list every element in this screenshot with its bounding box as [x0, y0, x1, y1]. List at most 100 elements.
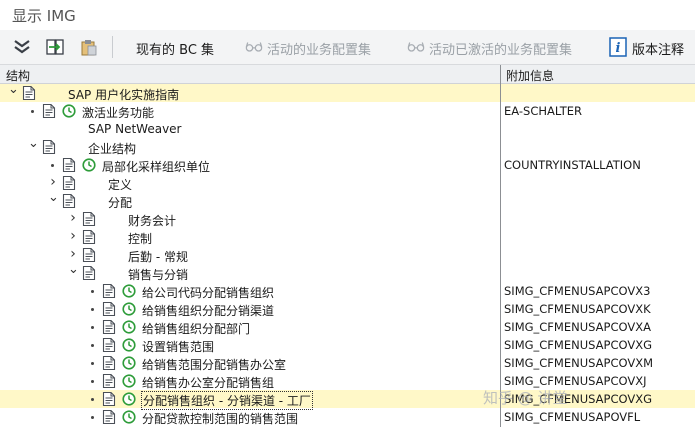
additional-info-cell: EA-SCHALTER	[504, 104, 582, 118]
leaf-bullet-icon	[91, 308, 94, 311]
tree-row[interactable]: › 定义	[0, 174, 695, 192]
release-notes-button[interactable]: 版本注释	[632, 39, 684, 58]
tree-node-label[interactable]: 给销售范围分配销售办公室	[142, 356, 286, 373]
tree-row[interactable]: 给公司代码分配销售组织 SIMG_CFMENUSAPCOVX3	[0, 282, 695, 300]
documentation-icon[interactable]	[102, 355, 116, 371]
execute-clock-icon[interactable]	[82, 158, 96, 172]
column-divider[interactable]	[500, 65, 501, 427]
documentation-icon[interactable]	[102, 319, 116, 335]
existing-bc-sets-button[interactable]: 现有的 BC 集	[136, 39, 214, 58]
tree-node-label[interactable]: 激活业务功能	[82, 104, 154, 121]
tree-row[interactable]: 局部化采样组织单位 COUNTRYINSTALLATION	[0, 156, 695, 174]
tree-row[interactable]: ⌄ 销售与分销	[0, 263, 695, 283]
tree-row[interactable]: 给销售办公室分配销售组 SIMG_CFMENUSAPCOVXJ	[0, 372, 695, 390]
expand-all-icon[interactable]	[12, 37, 32, 57]
documentation-icon[interactable]	[62, 193, 76, 209]
documentation-icon[interactable]	[82, 229, 96, 245]
tree-node-label[interactable]: 财务会计	[128, 212, 176, 229]
tree-node-label[interactable]: 销售与分销	[128, 266, 188, 283]
tree-row[interactable]: › 财务会计	[0, 210, 695, 228]
tree-row[interactable]: › 后勤 - 常规	[0, 246, 695, 264]
select-subtree-icon[interactable]	[45, 37, 65, 57]
expand-chevron-icon[interactable]: ›	[68, 211, 78, 226]
clipboard-icon[interactable]	[79, 37, 99, 57]
tree-node-label[interactable]: 控制	[128, 230, 152, 247]
additional-info-cell: SIMG_CFMENUSAPCOVX3	[504, 284, 651, 298]
window-title: 显示 IMG	[12, 7, 76, 25]
svg-text:i: i	[616, 41, 621, 56]
tree-node-label[interactable]: 企业结构	[88, 140, 136, 157]
tree-node-label[interactable]: 定义	[108, 176, 132, 193]
additional-info-cell: SIMG_CFMENUSAPCOVXK	[504, 302, 651, 316]
documentation-icon[interactable]	[22, 85, 36, 101]
expand-chevron-icon[interactable]: ›	[48, 175, 58, 190]
execute-clock-icon[interactable]	[122, 302, 136, 316]
tree-row[interactable]: 激活业务功能 EA-SCHALTER	[0, 102, 695, 120]
tree-node-label[interactable]: 给公司代码分配销售组织	[142, 284, 274, 301]
tree-node-label[interactable]: 设置销售范围	[142, 338, 214, 355]
tree-node-label[interactable]: 后勤 - 常规	[128, 248, 188, 265]
tree-row[interactable]: ⌄ SAP 用户化实施指南	[0, 83, 695, 103]
tree-row[interactable]: 分配销售组织 - 分销渠道 - 工厂 SIMG_CFMENUSAPCOVXG	[0, 390, 695, 410]
documentation-icon[interactable]	[102, 391, 116, 407]
tree-row[interactable]: SAP NetWeaver	[0, 120, 695, 138]
tree-node-label[interactable]: 给销售办公室分配销售组	[142, 374, 274, 391]
documentation-icon[interactable]	[82, 265, 96, 281]
execute-clock-icon[interactable]	[122, 284, 136, 298]
tree-row[interactable]: 设置销售范围 SIMG_CFMENUSAPCOVXG	[0, 336, 695, 354]
tree-row[interactable]: 给销售组织分配分销渠道 SIMG_CFMENUSAPCOVXK	[0, 300, 695, 318]
tree-node-label[interactable]: SAP 用户化实施指南	[68, 86, 179, 103]
tree-node-label[interactable]: SAP NetWeaver	[88, 122, 181, 136]
execute-clock-icon[interactable]	[62, 104, 76, 118]
tree-node-label[interactable]: 给销售组织分配分销渠道	[142, 302, 274, 319]
column-header: 结构 附加信息	[0, 65, 695, 84]
collapse-chevron-icon[interactable]: ⌄	[48, 191, 59, 208]
tree-node-label[interactable]: 分配	[108, 194, 132, 211]
tree-row[interactable]: ⌄ 企业结构	[0, 137, 695, 157]
additional-info-cell: SIMG_CFMENUSAPOVFL	[504, 410, 641, 424]
tree-node-label[interactable]: 分配贷款控制范围的销售范围	[142, 410, 298, 427]
documentation-icon[interactable]	[42, 139, 56, 155]
collapse-chevron-icon[interactable]: ⌄	[28, 137, 39, 154]
window-title-bar: 显示 IMG	[0, 0, 695, 30]
tree-node-label[interactable]: 给销售组织分配部门	[142, 320, 250, 337]
collapse-chevron-icon[interactable]: ⌄	[8, 83, 19, 100]
tree-node-label[interactable]: 局部化采样组织单位	[102, 158, 210, 175]
collapse-chevron-icon[interactable]: ⌄	[68, 263, 79, 280]
leaf-bullet-icon	[31, 110, 34, 113]
activated-bc-sets-button[interactable]: 活动已激活的业务配置集	[429, 39, 572, 58]
documentation-icon[interactable]	[82, 247, 96, 263]
documentation-icon[interactable]	[102, 409, 116, 425]
tree-row[interactable]: ⌄ 分配	[0, 191, 695, 211]
execute-clock-icon[interactable]	[122, 374, 136, 388]
tree-row[interactable]: › 控制	[0, 228, 695, 246]
expand-chevron-icon[interactable]: ›	[68, 229, 78, 244]
execute-clock-icon[interactable]	[122, 410, 136, 424]
glasses-icon	[245, 42, 263, 52]
tree-row[interactable]: 给销售范围分配销售办公室 SIMG_CFMENUSAPCOVXM	[0, 354, 695, 372]
toolbar-separator	[112, 36, 113, 58]
additional-info-cell: SIMG_CFMENUSAPCOVXG	[504, 338, 652, 352]
documentation-icon[interactable]	[42, 103, 56, 119]
documentation-icon[interactable]	[102, 283, 116, 299]
leaf-bullet-icon	[91, 326, 94, 329]
leaf-bullet-icon	[91, 398, 94, 401]
tree-row[interactable]: 分配贷款控制范围的销售范围 SIMG_CFMENUSAPOVFL	[0, 408, 695, 426]
documentation-icon[interactable]	[102, 301, 116, 317]
execute-clock-icon[interactable]	[122, 320, 136, 334]
active-bc-sets-button[interactable]: 活动的业务配置集	[267, 39, 371, 58]
info-icon[interactable]: i	[609, 37, 627, 57]
execute-clock-icon[interactable]	[122, 392, 136, 406]
expand-chevron-icon[interactable]: ›	[68, 247, 78, 262]
documentation-icon[interactable]	[102, 373, 116, 389]
execute-clock-icon[interactable]	[122, 356, 136, 370]
documentation-icon[interactable]	[62, 175, 76, 191]
leaf-bullet-icon	[91, 344, 94, 347]
documentation-icon[interactable]	[62, 157, 76, 173]
additional-info-column-header[interactable]: 附加信息	[506, 67, 554, 84]
documentation-icon[interactable]	[102, 337, 116, 353]
documentation-icon[interactable]	[82, 211, 96, 227]
tree-row[interactable]: 给销售组织分配部门 SIMG_CFMENUSAPCOVXA	[0, 318, 695, 336]
execute-clock-icon[interactable]	[122, 338, 136, 352]
tree-node-label[interactable]: 分配销售组织 - 分销渠道 - 工厂	[141, 391, 313, 410]
